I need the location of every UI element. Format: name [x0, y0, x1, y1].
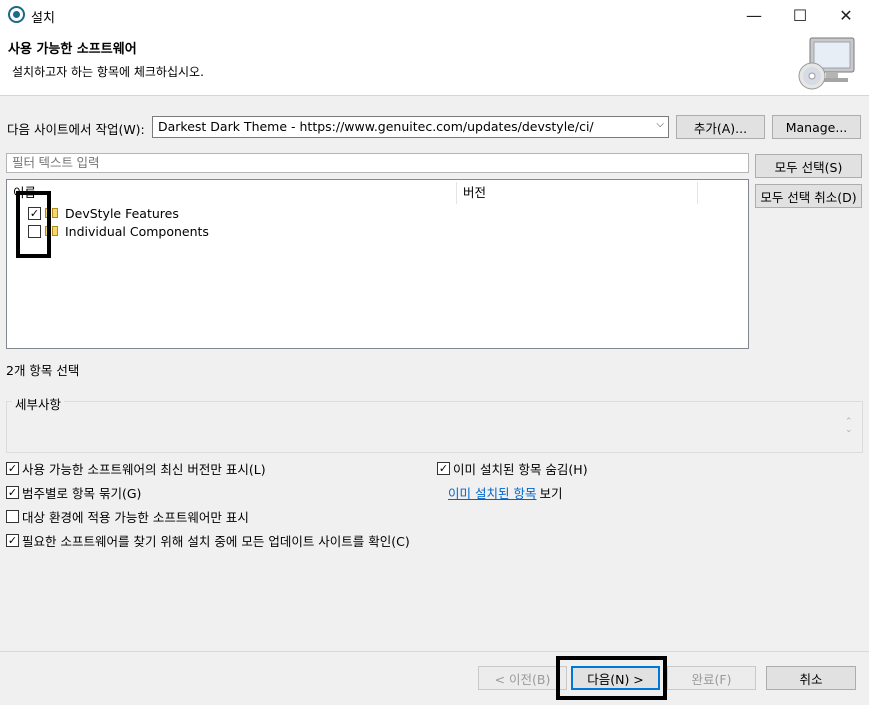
details-panel: [6, 401, 863, 453]
site-label: 다음 사이트에서 작업(W):: [7, 122, 145, 137]
chevron-down-icon: ⌵: [656, 119, 664, 130]
group-by-category-label: 범주별로 항목 묶기(G): [22, 486, 142, 501]
tree-item-label[interactable]: Individual Components: [65, 224, 209, 239]
maximize-button[interactable]: ☐: [777, 0, 823, 31]
column-divider: [697, 182, 698, 204]
filter-input[interactable]: [6, 153, 749, 173]
scroll-arrows-icon: ⌃ ⌄: [845, 417, 853, 435]
select-all-button[interactable]: 모두 선택(S): [755, 154, 862, 178]
cancel-button[interactable]: 취소: [766, 666, 856, 690]
manage-button[interactable]: Manage...: [772, 115, 861, 139]
installed-items-link[interactable]: 이미 설치된 항목: [448, 483, 536, 502]
option-group-by-category[interactable]: ✓ 범주별로 항목 묶기(G): [6, 483, 141, 502]
add-site-button[interactable]: 추가(A)...: [676, 115, 765, 139]
installed-items-suffix: 보기: [539, 486, 563, 501]
highlight-box: [16, 191, 51, 258]
applicable-only-label: 대상 환경에 적용 가능한 소프트웨어만 표시: [22, 510, 249, 525]
software-tree[interactable]: [6, 179, 749, 349]
selection-count: 2개 항목 선택: [6, 363, 80, 378]
close-button[interactable]: ✕: [823, 0, 869, 31]
installed-items-row: 이미 설치된 항목 보기: [448, 483, 562, 502]
column-divider: [456, 182, 457, 204]
applicable-only-checkbox[interactable]: [6, 510, 19, 523]
page-title: 사용 가능한 소프트웨어: [8, 42, 137, 57]
option-hide-installed[interactable]: ✓ 이미 설치된 항목 숨김(H): [437, 459, 588, 478]
hide-installed-label: 이미 설치된 항목 숨김(H): [453, 462, 588, 477]
back-button[interactable]: < 이전(B): [478, 666, 567, 690]
details-label: 세부사항: [12, 394, 65, 413]
highlight-box: [556, 656, 667, 700]
page-description: 설치하고자 하는 항목에 체크하십시오.: [12, 65, 204, 79]
latest-only-label: 사용 가능한 소프트웨어의 최신 버전만 표시(L): [22, 462, 266, 477]
site-combo-value: Darkest Dark Theme - https://www.genuite…: [158, 119, 594, 134]
install-wizard-graphic-icon: [798, 37, 855, 90]
footer-divider: [0, 651, 869, 652]
column-header-version[interactable]: 버전: [463, 182, 486, 201]
contact-all-sites-checkbox[interactable]: ✓: [6, 534, 19, 547]
finish-button[interactable]: 완료(F): [667, 666, 756, 690]
option-latest-only[interactable]: ✓ 사용 가능한 소프트웨어의 최신 버전만 표시(L): [6, 459, 266, 478]
deselect-all-button[interactable]: 모두 선택 취소(D): [755, 184, 862, 208]
hide-installed-checkbox[interactable]: ✓: [437, 462, 450, 475]
contact-all-sites-label: 필요한 소프트웨어를 찾기 위해 설치 중에 모든 업데이트 사이트를 확인(C…: [22, 534, 410, 549]
latest-only-checkbox[interactable]: ✓: [6, 462, 19, 475]
tree-item-label[interactable]: DevStyle Features: [65, 206, 179, 221]
option-applicable-only[interactable]: 대상 환경에 적용 가능한 소프트웨어만 표시: [6, 507, 249, 526]
minimize-button[interactable]: —: [731, 0, 777, 31]
app-icon: [8, 6, 25, 23]
option-contact-all-sites[interactable]: ✓ 필요한 소프트웨어를 찾기 위해 설치 중에 모든 업데이트 사이트를 확인…: [6, 531, 410, 550]
group-by-category-checkbox[interactable]: ✓: [6, 486, 19, 499]
window-title: 설치: [31, 11, 55, 26]
site-combo[interactable]: Darkest Dark Theme - https://www.genuite…: [152, 116, 669, 138]
